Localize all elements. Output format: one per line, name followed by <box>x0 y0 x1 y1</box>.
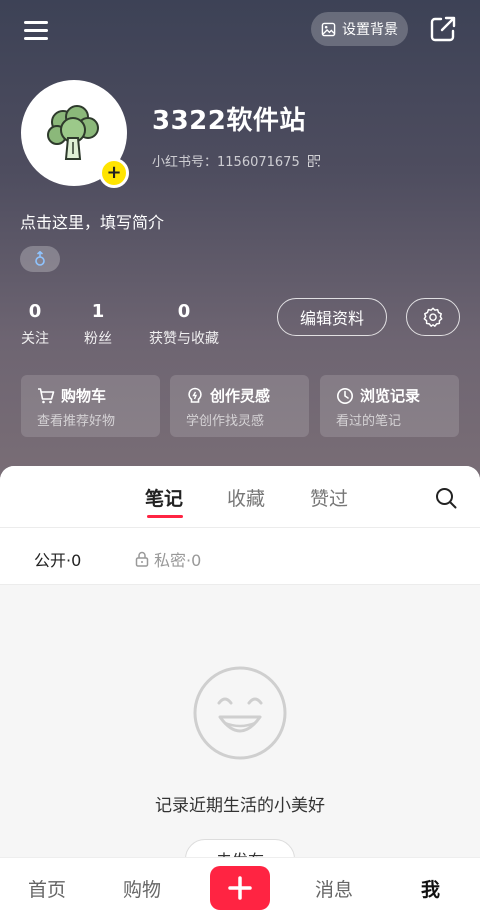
smiley-face-icon <box>193 666 287 760</box>
following-count: 0 <box>28 301 42 322</box>
followers-stat[interactable]: 1 粉丝 <box>83 301 113 348</box>
bio-prompt[interactable]: 点击这里，填写简介 <box>20 209 164 233</box>
username: 3322软件站 <box>152 106 306 136</box>
broccoli-avatar-icon <box>47 105 99 160</box>
history-title: 浏览记录 <box>360 387 421 405</box>
followers-count: 1 <box>91 301 105 322</box>
tab-collections[interactable]: 收藏 <box>227 484 265 511</box>
shopping-cart-title: 购物车 <box>61 387 107 405</box>
content-tabs: 笔记 收藏 赞过 <box>0 466 480 528</box>
share-icon[interactable] <box>428 14 458 44</box>
followers-label: 粉丝 <box>84 331 112 347</box>
history-subtitle: 看过的笔记 <box>336 414 402 429</box>
subtab-private[interactable]: 私密·0 <box>135 547 201 571</box>
likes-stat[interactable]: 0 获赞与收藏 <box>146 301 222 348</box>
gender-tag[interactable] <box>20 246 60 272</box>
set-background-button[interactable]: 设置背景 <box>311 12 408 46</box>
tab-liked[interactable]: 赞过 <box>310 484 348 511</box>
empty-state-text: 记录近期生活的小美好 <box>155 796 325 816</box>
edit-profile-button[interactable]: 编辑资料 <box>277 298 387 336</box>
shopping-cart-subtitle: 查看推荐好物 <box>37 414 116 429</box>
image-icon <box>321 22 336 36</box>
add-avatar-button[interactable]: + <box>99 158 129 188</box>
settings-button[interactable] <box>406 298 460 336</box>
clock-icon <box>337 387 353 404</box>
search-icon[interactable] <box>434 486 458 510</box>
nav-shopping[interactable]: 购物 <box>123 875 161 902</box>
tab-notes[interactable]: 笔记 <box>145 484 183 511</box>
bulb-icon <box>188 387 202 403</box>
male-icon <box>35 251 45 266</box>
subtab-public[interactable]: 公开·0 <box>34 547 81 571</box>
menu-icon[interactable] <box>22 18 50 42</box>
nav-messages[interactable]: 消息 <box>315 875 353 902</box>
following-stat[interactable]: 0 关注 <box>20 301 50 348</box>
cart-icon <box>38 387 55 403</box>
plus-icon <box>228 876 252 900</box>
nav-home[interactable]: 首页 <box>28 875 66 902</box>
history-card[interactable]: 浏览记录 看过的笔记 <box>320 375 459 437</box>
set-background-label: 设置背景 <box>342 22 398 38</box>
gear-icon <box>423 307 443 327</box>
following-label: 关注 <box>21 331 49 347</box>
lock-icon <box>135 551 149 567</box>
bottom-navigation: 首页 购物 消息 我 <box>0 857 480 917</box>
visibility-subtabs: 公开·0 私密·0 <box>0 528 480 585</box>
create-post-button[interactable] <box>210 866 270 910</box>
notes-panel: 笔记 收藏 赞过 公开·0 私密·0 记录近期生活的小美好 去发布 <box>0 466 480 917</box>
red-id-text: 小红书号：1156071675 <box>152 155 300 170</box>
top-bar: 设置背景 <box>0 0 480 60</box>
avatar[interactable]: + <box>21 80 129 188</box>
nav-me[interactable]: 我 <box>421 875 440 902</box>
red-id: 小红书号：1156071675 <box>152 151 320 170</box>
inspiration-title: 创作灵感 <box>210 387 271 405</box>
inspiration-subtitle: 学创作找灵感 <box>186 414 265 429</box>
active-tab-indicator <box>147 515 183 518</box>
shopping-cart-card[interactable]: 购物车 查看推荐好物 <box>21 375 160 437</box>
likes-label: 获赞与收藏 <box>149 331 219 347</box>
inspiration-card[interactable]: 创作灵感 学创作找灵感 <box>170 375 309 437</box>
subtab-private-label: 私密·0 <box>154 551 202 570</box>
likes-count: 0 <box>177 301 191 322</box>
qr-code-icon[interactable] <box>307 154 320 167</box>
